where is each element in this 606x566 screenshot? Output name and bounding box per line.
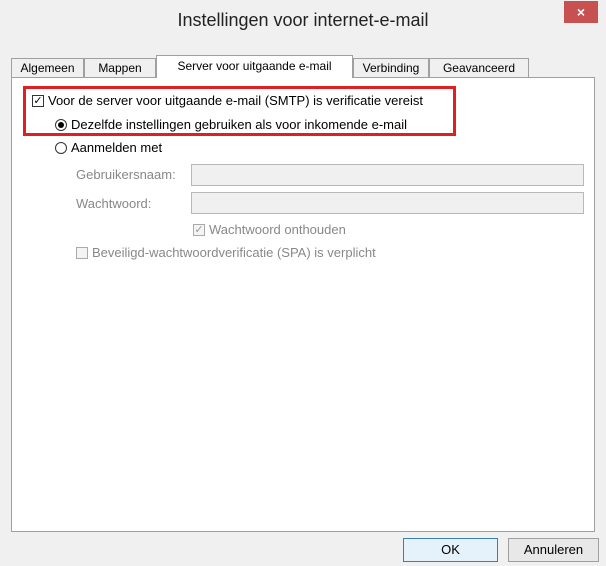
window-edge	[0, 40, 8, 566]
username-label: Gebruikersnaam:	[76, 167, 176, 182]
login-with-label: Aanmelden met	[71, 140, 163, 155]
password-input[interactable]	[191, 192, 584, 214]
tab-server-voor-uitgaande-e-mail[interactable]: Server voor uitgaande e-mail	[156, 55, 353, 78]
spa-checkbox[interactable]	[76, 246, 88, 259]
remember-password-row[interactable]: ✓ Wachtwoord onthouden	[193, 222, 346, 237]
password-label: Wachtwoord:	[76, 196, 152, 211]
title-bar: Instellingen voor internet-e-mail ×	[0, 0, 606, 40]
window-title: Instellingen voor internet-e-mail	[177, 10, 429, 30]
auth-required-checkbox[interactable]: ✓	[32, 94, 44, 107]
auth-required-row[interactable]: ✓ Voor de server voor uitgaande e-mail (…	[32, 93, 423, 108]
spa-label: Beveiligd-wachtwoordverificatie (SPA) is…	[92, 245, 376, 260]
tab-mappen[interactable]: Mappen	[84, 58, 156, 77]
cancel-button[interactable]: Annuleren	[508, 538, 599, 562]
same-settings-label: Dezelfde instellingen gebruiken als voor…	[71, 117, 408, 132]
login-with-row[interactable]: Aanmelden met	[55, 140, 162, 155]
auth-required-label: Voor de server voor uitgaande e-mail (SM…	[48, 93, 423, 108]
same-settings-row[interactable]: Dezelfde instellingen gebruiken als voor…	[55, 117, 407, 132]
close-button[interactable]: ×	[564, 1, 598, 23]
spa-row[interactable]: Beveiligd-wachtwoordverificatie (SPA) is…	[76, 245, 376, 260]
username-input[interactable]	[191, 164, 584, 186]
same-settings-radio[interactable]	[55, 118, 67, 131]
tab-verbinding[interactable]: Verbinding	[353, 58, 429, 77]
tab-algemeen[interactable]: Algemeen	[11, 58, 84, 77]
tab-geavanceerd[interactable]: Geavanceerd	[429, 58, 529, 77]
remember-password-label: Wachtwoord onthouden	[209, 222, 346, 237]
remember-password-checkbox[interactable]: ✓	[193, 223, 205, 236]
login-with-radio[interactable]	[55, 141, 67, 154]
ok-button[interactable]: OK	[403, 538, 498, 562]
